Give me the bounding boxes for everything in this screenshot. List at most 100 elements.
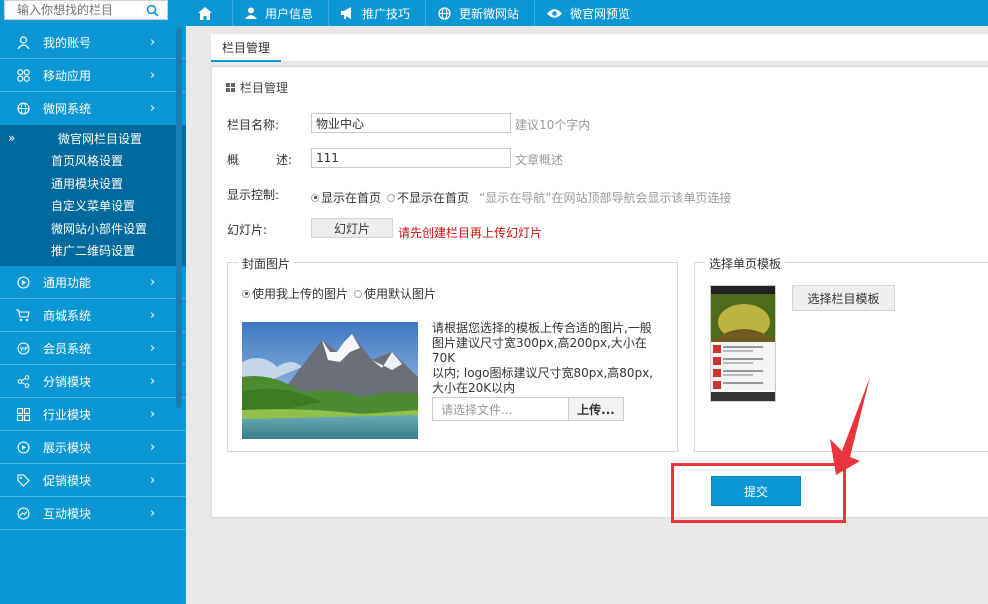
submenu-item-label: 首页风格设置: [51, 154, 124, 169]
sidebar-item-label: 展示模块: [43, 440, 92, 455]
search-icon[interactable]: [141, 1, 163, 19]
cover-radio-default[interactable]: 使用默认图片: [354, 285, 436, 302]
submenu-item-label: 通用模块设置: [51, 176, 124, 191]
user-icon: [245, 7, 257, 19]
display-radio-hide[interactable]: 不显示在首页: [387, 189, 469, 206]
cover-desc-line: 以内; logo图标建议尺寸宽80px,高80px,: [432, 366, 654, 380]
cover-description: 请根据您选择的模板上传合适的图片,一般 图片建议尺寸宽300px,高200px,…: [432, 321, 664, 396]
cover-radios: 使用我上传的图片 使用默认图片: [242, 285, 436, 302]
slide-label: 幻灯片:: [227, 223, 268, 237]
display-opt1-label: 显示在首页: [321, 191, 382, 205]
desc-input[interactable]: [311, 148, 511, 168]
nav-site-preview-label: 微官网预览: [570, 6, 631, 21]
submenu-item-qr-code[interactable]: 推广二维码设置: [0, 240, 186, 263]
sidebar-item-label: 分销模块: [43, 374, 92, 389]
sidebar-item-common-functions[interactable]: 通用功能 ›: [0, 266, 186, 299]
sidebar-item-label: 互动模块: [43, 506, 92, 521]
top-bar: 用户信息 推广技巧 更新微网站 微官网预览: [0, 0, 988, 26]
chevron-right-icon: ›: [150, 308, 156, 323]
sidebar-item-label: 会员系统: [43, 341, 92, 356]
radio-dot: [311, 193, 319, 202]
grid-icon: [15, 406, 31, 422]
upload-button[interactable]: 上传...: [568, 397, 624, 421]
cover-opt1-label: 使用我上传的图片: [252, 287, 349, 301]
cover-legend: 封面图片: [238, 255, 295, 272]
nav-site-preview[interactable]: 微官网预览: [534, 0, 645, 26]
submenu-item-column-settings[interactable]: » 微官网栏目设置: [0, 127, 186, 150]
tab-strip: 栏目管理: [211, 34, 988, 62]
sidebar-item-account[interactable]: 我的账号 ›: [0, 26, 186, 59]
display-label: 显示控制:: [227, 188, 280, 202]
user-icon: [15, 34, 31, 50]
sidebar-item-member[interactable]: 会员系统 ›: [0, 332, 186, 365]
cover-desc-line: 请根据您选择的模板上传合适的图片,一般: [432, 321, 652, 335]
search-input[interactable]: [5, 1, 141, 19]
radio-dot: [354, 289, 363, 298]
slide-warning: 请先创建栏目再上传幻灯片: [398, 226, 543, 240]
cover-desc-line: 大小在20K以内: [432, 381, 516, 395]
megaphone-icon: [341, 7, 352, 19]
name-hint: 建议10个字内: [515, 118, 591, 132]
display-radio-show[interactable]: 显示在首页: [311, 189, 381, 206]
submenu-micro-site: » 微官网栏目设置 首页风格设置 通用模块设置 自定义菜单设置 微网站小部件设置…: [0, 125, 186, 266]
chevron-right-icon: ›: [150, 68, 156, 83]
play-circle-icon: [15, 274, 31, 290]
sidebar-item-display[interactable]: 展示模块 ›: [0, 431, 186, 464]
sidebar-item-micro-site[interactable]: 微网系统 ›: [0, 92, 186, 125]
submenu-item-common-modules[interactable]: 通用模块设置: [0, 172, 186, 195]
name-input[interactable]: [311, 113, 511, 133]
chevron-right-icon: ›: [150, 506, 156, 521]
cart-icon: [15, 307, 31, 323]
sidebar-scrollbar[interactable]: [176, 28, 182, 408]
nav-user-info[interactable]: 用户信息: [232, 0, 328, 26]
sidebar-item-interactive[interactable]: 互动模块 ›: [0, 497, 186, 530]
cover-desc-line: 图片建议尺寸宽300px,高200px,大小在70K: [432, 336, 647, 365]
submenu-item-custom-menu[interactable]: 自定义菜单设置: [0, 195, 186, 218]
sidebar-item-mall[interactable]: 商城系统 ›: [0, 299, 186, 332]
sidebar: 我的账号 › 移动应用 › 微网系统 › » 微官网栏目设置 首页风格设置 通用…: [0, 26, 186, 604]
radio-dot: [242, 289, 250, 298]
nav-user-info-label: 用户信息: [265, 6, 314, 21]
submenu-item-widgets[interactable]: 微网站小部件设置: [0, 217, 186, 240]
eye-icon: [547, 8, 563, 18]
nav-home[interactable]: [186, 0, 232, 26]
cover-radio-mine[interactable]: 使用我上传的图片: [242, 285, 348, 302]
search-box: [4, 0, 168, 20]
sidebar-item-label: 我的账号: [43, 35, 92, 50]
apps-icon: [15, 67, 31, 83]
nav-update-site-label: 更新微网站: [459, 6, 520, 21]
nav-update-site[interactable]: 更新微网站: [425, 0, 534, 26]
submenu-item-label: 推广二维码设置: [51, 244, 136, 259]
radio-dot: [387, 193, 396, 202]
chevron-right-icon: ›: [150, 35, 156, 50]
slide-button[interactable]: 幻灯片: [311, 218, 393, 238]
sidebar-item-label: 通用功能: [43, 275, 92, 290]
sidebar-item-distribution[interactable]: 分销模块 ›: [0, 365, 186, 398]
sidebar-item-mobile-apps[interactable]: 移动应用 ›: [0, 59, 186, 92]
chevron-right-icon: ›: [150, 275, 156, 290]
submenu-item-label: 微网站小部件设置: [51, 221, 148, 236]
nav-promo-tips[interactable]: 推广技巧: [328, 0, 425, 26]
template-thumbnail[interactable]: [710, 285, 776, 402]
submenu-item-home-style[interactable]: 首页风格设置: [0, 150, 186, 173]
chevron-right-icon: ›: [150, 473, 156, 488]
cover-image: [242, 322, 418, 439]
tab-column-management[interactable]: 栏目管理: [211, 34, 281, 62]
section-title-text: 栏目管理: [240, 81, 289, 95]
chevron-right-icon: ›: [150, 374, 156, 389]
top-nav: 用户信息 推广技巧 更新微网站 微官网预览: [186, 0, 645, 26]
chevron-right-icon: ›: [150, 440, 156, 455]
sidebar-item-label: 促销模块: [43, 473, 92, 488]
submenu-item-label: 微官网栏目设置: [58, 131, 143, 146]
share-icon: [15, 373, 31, 389]
template-legend: 选择单页模板: [705, 255, 786, 272]
submenu-item-label: 自定义菜单设置: [51, 199, 136, 214]
cover-opt2-label: 使用默认图片: [364, 287, 437, 301]
sidebar-item-industry[interactable]: 行业模块 ›: [0, 398, 186, 431]
grid-icon: [226, 83, 235, 92]
play-circle-icon: [15, 439, 31, 455]
sidebar-item-promotion[interactable]: 促销模块 ›: [0, 464, 186, 497]
select-template-button[interactable]: 选择栏目模板: [792, 285, 895, 311]
display-radios: 显示在首页 不显示在首页 “显示在导航”在网站顶部导航会显示该单页连接: [311, 189, 731, 206]
vip-icon: [15, 340, 31, 356]
